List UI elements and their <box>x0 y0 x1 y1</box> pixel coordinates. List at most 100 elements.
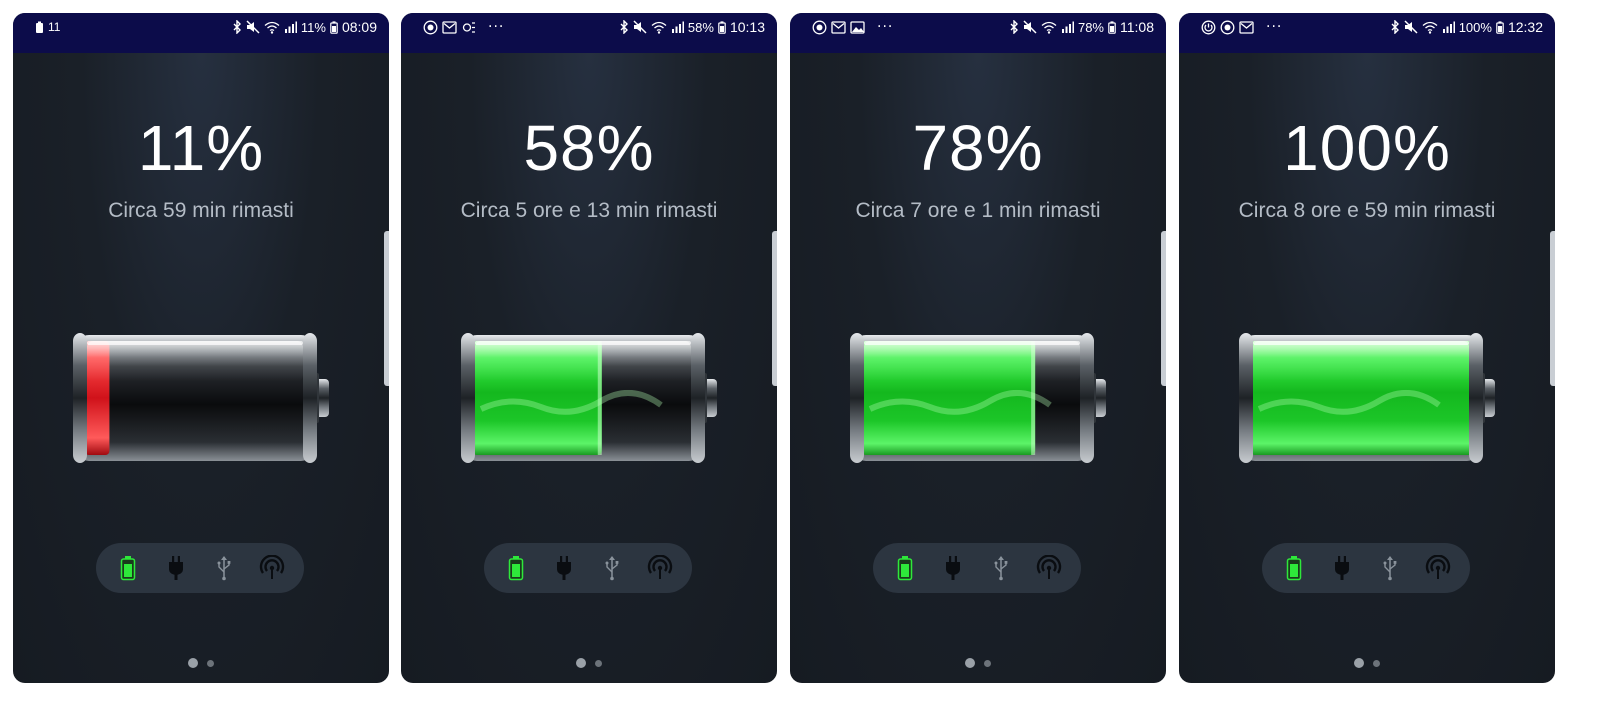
ac-plug-icon[interactable] <box>1328 554 1356 582</box>
status-bar-notifications: ··· <box>423 20 504 34</box>
status-time: 11:08 <box>1120 19 1154 35</box>
status-bar-system: 11% 08:09 <box>233 19 377 35</box>
page-dot[interactable] <box>207 659 214 667</box>
image-icon <box>850 20 865 34</box>
battery-icon[interactable] <box>1280 554 1308 582</box>
battery-graphic <box>850 333 1106 463</box>
charging-source-tray <box>484 543 692 593</box>
status-bar: ··· 58% 10:13 <box>401 13 777 53</box>
phone-screen-100: ··· 100% 12:32 100% Circa 8 ore e 59 min rim… <box>1179 13 1555 683</box>
more-notifications-icon: ··· <box>488 19 505 35</box>
edge-panel-handle[interactable] <box>384 231 389 386</box>
status-time: 12:32 <box>1507 19 1543 35</box>
status-battery-percent: 78% <box>1077 19 1104 35</box>
mail-icon <box>831 20 846 34</box>
time-remaining: Circa 59 min rimasti <box>108 199 294 222</box>
signal-icon <box>284 21 297 33</box>
bluetooth-icon <box>620 20 629 34</box>
badge-78-icon <box>812 20 827 35</box>
page-dot[interactable] <box>965 658 975 668</box>
page-dot[interactable] <box>1354 658 1364 668</box>
page-dot[interactable] <box>1373 659 1380 667</box>
battery-graphic <box>461 333 717 463</box>
status-bar-system: 58% 10:13 <box>620 19 765 35</box>
charging-source-tray <box>873 543 1081 593</box>
badge-100-icon <box>1220 20 1235 35</box>
page-indicator <box>13 658 389 668</box>
edge-panel-handle[interactable] <box>1550 231 1555 386</box>
bluetooth-icon <box>1391 20 1400 34</box>
wifi-icon <box>651 21 667 34</box>
wireless-charging-icon[interactable] <box>1035 554 1063 582</box>
status-battery-percent: 58% <box>687 19 714 35</box>
charging-source-tray <box>1262 543 1470 593</box>
wifi-icon <box>1041 21 1057 34</box>
status-bar: ··· 78% 11:08 <box>790 13 1166 53</box>
usb-icon[interactable] <box>598 554 626 582</box>
battery-percentage: 100% <box>1283 112 1451 184</box>
status-battery-icon <box>718 20 726 34</box>
mute-icon <box>1023 20 1037 34</box>
phone-screen-11: 11 11% 08:09 11% Circa 59 min rimasti <box>13 13 389 683</box>
page-indicator <box>1179 658 1555 668</box>
battery-icon[interactable] <box>502 554 530 582</box>
battery-visual <box>71 331 333 465</box>
usb-icon[interactable] <box>987 554 1015 582</box>
status-battery-icon <box>330 20 338 34</box>
status-battery-percent: 11% <box>300 19 326 35</box>
page-indicator <box>790 658 1166 668</box>
status-time: 10:13 <box>729 19 765 35</box>
status-bar-system: 78% 11:08 <box>1010 19 1154 35</box>
more-notifications-icon: ··· <box>877 19 894 35</box>
wifi-icon <box>1422 21 1438 34</box>
status-time: 08:09 <box>341 19 377 35</box>
settings-notification-icon <box>461 21 476 34</box>
ac-plug-icon[interactable] <box>162 554 190 582</box>
signal-icon <box>1442 21 1455 33</box>
status-bar: ··· 100% 12:32 <box>1179 13 1555 53</box>
battery-visual <box>459 331 721 465</box>
wireless-charging-icon[interactable] <box>646 554 674 582</box>
time-remaining: Circa 7 ore e 1 min rimasti <box>855 199 1101 222</box>
notification-count: 11 <box>48 20 61 34</box>
bluetooth-icon <box>233 20 242 34</box>
status-bar-notifications: 11 <box>35 20 60 34</box>
mail-icon <box>1239 20 1254 34</box>
page-dot[interactable] <box>188 658 198 668</box>
battery-percentage: 78% <box>912 112 1044 184</box>
bluetooth-icon <box>1010 20 1019 34</box>
page-dot[interactable] <box>595 659 602 667</box>
battery-visual <box>1237 331 1499 465</box>
power-circle-icon <box>1201 20 1216 35</box>
page-dot[interactable] <box>984 659 991 667</box>
status-bar-notifications: ··· <box>1201 20 1282 34</box>
charging-source-tray <box>96 543 304 593</box>
mail-icon <box>442 20 457 34</box>
phone-screen-58: ··· 58% 10:13 58% Circa 5 ore e 13 min rimas… <box>401 13 777 683</box>
status-bar: 11 11% 08:09 <box>13 13 389 53</box>
status-bar-notifications: ··· <box>812 20 893 34</box>
wireless-charging-icon[interactable] <box>258 554 286 582</box>
mute-icon <box>633 20 647 34</box>
signal-icon <box>1061 21 1074 33</box>
mute-icon <box>1404 20 1418 34</box>
badge-58-icon <box>423 20 438 35</box>
status-battery-icon <box>1108 20 1116 34</box>
phone-screen-78: ··· 78% 11:08 78% Circa 7 ore e 1 min rimast… <box>790 13 1166 683</box>
edge-panel-handle[interactable] <box>1161 231 1166 386</box>
status-battery-icon <box>1496 20 1504 34</box>
battery-percentage: 11% <box>137 112 265 184</box>
ac-plug-icon[interactable] <box>939 554 967 582</box>
battery-icon[interactable] <box>891 554 919 582</box>
ac-plug-icon[interactable] <box>550 554 578 582</box>
usb-icon[interactable] <box>1376 554 1404 582</box>
usb-icon[interactable] <box>210 554 238 582</box>
status-battery-percent: 100% <box>1458 19 1492 35</box>
battery-percentage: 58% <box>523 112 655 184</box>
page-dot[interactable] <box>576 658 586 668</box>
edge-panel-handle[interactable] <box>772 231 777 386</box>
battery-icon[interactable] <box>114 554 142 582</box>
time-remaining: Circa 8 ore e 59 min rimasti <box>1238 199 1496 222</box>
mute-icon <box>246 20 260 34</box>
wireless-charging-icon[interactable] <box>1424 554 1452 582</box>
